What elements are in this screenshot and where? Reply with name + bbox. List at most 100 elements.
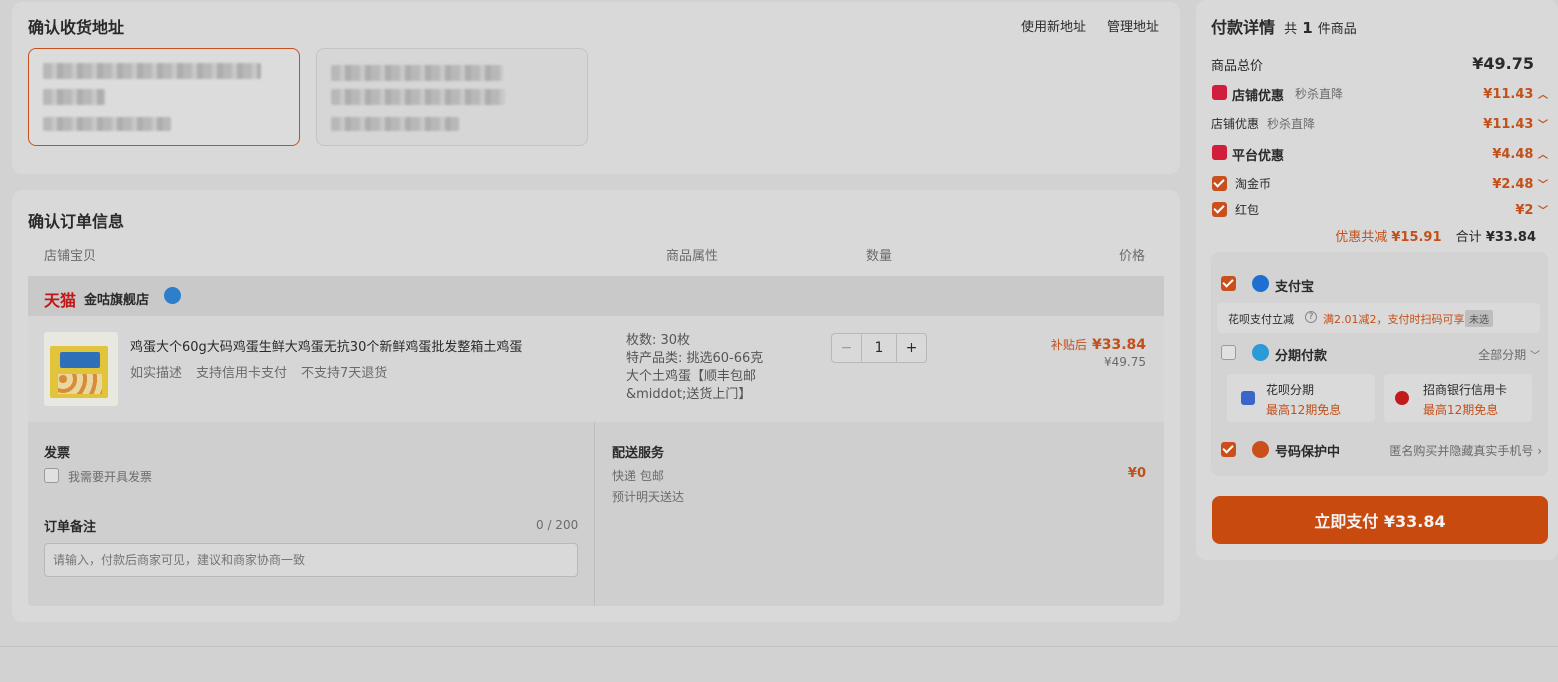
chevron-down-icon: ﹀ <box>1530 351 1540 362</box>
delivery-eta: 预计明天送达 <box>612 490 685 504</box>
chat-icon[interactable] <box>164 287 181 304</box>
address-line-blurred <box>331 117 459 131</box>
quantity-minus-button[interactable]: − <box>832 334 862 362</box>
payment-header: 付款详情 共 1 件商品 <box>1211 14 1357 38</box>
payment-title: 付款详情 <box>1211 18 1276 37</box>
alipay-checkbox[interactable] <box>1221 276 1236 291</box>
payment-panel: 付款详情 共 1 件商品 商品总价 ¥49.75 店铺优惠 秒杀直降 ¥11.4… <box>1196 0 1558 560</box>
pay-now-button[interactable]: 立即支付 ¥33.84 <box>1212 496 1548 544</box>
installment-all-dropdown[interactable]: 全部分期 ﹀ <box>1478 346 1540 363</box>
address-card-selected[interactable] <box>28 48 300 146</box>
platform-discount-value[interactable]: ¥4.48 ︿ <box>1492 146 1548 162</box>
column-price: 价格 <box>1119 249 1146 264</box>
chevron-up-icon: ︿ <box>1538 90 1548 101</box>
product-attribute: 特产品类: 挑选60-66克 <box>626 351 764 366</box>
product-tag: 如实描述 <box>130 366 183 381</box>
note-title: 订单备注 <box>44 520 97 535</box>
installment-icon <box>1252 344 1269 361</box>
shield-icon <box>1252 441 1269 458</box>
installment-label: 分期付款 <box>1275 349 1328 364</box>
column-shop-item: 店铺宝贝 <box>44 249 97 264</box>
cmb-sub: 最高12期免息 <box>1423 403 1499 417</box>
product-tags: 如实描述 支持信用卡支付 不支持7天退货 <box>130 362 387 381</box>
chevron-down-icon: ﹀ <box>1538 120 1548 131</box>
shop-discount-icon <box>1212 85 1227 100</box>
product-attributes: 枚数: 30枚 特产品类: 挑选60-66克 大个土鸡蛋【顺丰包邮 &middo… <box>626 332 763 404</box>
shop-sub-value[interactable]: ¥11.43 ﹀ <box>1483 116 1548 132</box>
address-line-blurred <box>43 117 171 131</box>
huabei-sub: 最高12期免息 <box>1266 403 1342 417</box>
platform-discount-icon <box>1212 145 1227 160</box>
product-tag: 支持信用卡支付 <box>196 366 288 381</box>
total-value: ¥49.75 <box>1472 54 1534 73</box>
product-title[interactable]: 鸡蛋大个60g大码鸡蛋生鲜大鸡蛋无抗30个新鲜鸡蛋批发整箱土鸡蛋 <box>130 336 522 355</box>
huabei-promo-text: 满2.01减2，支付时扫码可享 <box>1323 313 1465 326</box>
sum-value: ¥33.84 <box>1485 230 1536 245</box>
alipay-icon <box>1252 275 1269 292</box>
note-char-count: 0 / 200 <box>536 518 579 532</box>
invoice-title: 发票 <box>44 446 71 461</box>
column-quantity: 数量 <box>866 249 893 264</box>
product-row: 鸡蛋大个60g大码鸡蛋生鲜大鸡蛋无抗30个新鲜鸡蛋批发整箱土鸡蛋 如实描述 支持… <box>28 316 1164 422</box>
subsidy-label: 补贴后 <box>1050 338 1087 352</box>
redpacket-value[interactable]: ¥2 ﹀ <box>1515 202 1548 218</box>
help-icon: ? <box>1305 311 1317 323</box>
product-image[interactable] <box>44 332 118 406</box>
huabei-installment-card[interactable]: 花呗分期 最高12期免息 <box>1227 374 1375 422</box>
redpacket-checkbox[interactable] <box>1212 202 1227 217</box>
cmb-title: 招商银行信用卡 <box>1423 383 1508 397</box>
huabei-promo[interactable]: 花呗支付立减 ? 满2.01减2，支付时扫码可享 未选 <box>1217 303 1540 333</box>
shop-discount-value[interactable]: ¥11.43 ︿ <box>1483 86 1548 102</box>
coin-checkbox[interactable] <box>1212 176 1227 191</box>
column-attributes: 商品属性 <box>666 249 719 264</box>
footer-divider <box>0 646 1558 647</box>
item-count: 1 <box>1302 19 1313 37</box>
shop-sub-label: 店铺优惠 <box>1211 117 1260 131</box>
quantity-value[interactable]: 1 <box>862 334 896 362</box>
address-line-blurred <box>331 65 503 81</box>
cmb-installment-card[interactable]: 招商银行信用卡 最高12期免息 <box>1384 374 1532 422</box>
privacy-text[interactable]: 匿名购买并隐藏真实手机号 › <box>1389 442 1542 459</box>
installment-checkbox[interactable] <box>1221 345 1236 360</box>
shop-block: 天猫 金咕旗舰店 鸡蛋大个60g大码鸡蛋生鲜大鸡蛋无抗30个新鲜鸡蛋批发整箱土鸡… <box>28 276 1164 606</box>
subsidy-price: ¥33.84 <box>1091 337 1146 353</box>
item-count-prefix: 共 <box>1284 22 1298 37</box>
invoice-option-label[interactable]: 我需要开具发票 <box>68 468 152 485</box>
invoice-checkbox[interactable] <box>44 468 59 483</box>
delivery-title: 配送服务 <box>612 446 665 461</box>
new-address-link[interactable]: 使用新地址 <box>1021 16 1086 35</box>
product-tag: 不支持7天退货 <box>301 366 388 381</box>
address-card[interactable] <box>316 48 588 146</box>
product-attribute: &middot;送货上门】 <box>626 387 752 402</box>
coin-value[interactable]: ¥2.48 ﹀ <box>1492 176 1548 192</box>
redpacket-label: 红包 <box>1235 203 1260 217</box>
chevron-right-icon: › <box>1537 444 1542 458</box>
chevron-up-icon: ︿ <box>1538 150 1548 161</box>
address-line-blurred <box>331 89 505 105</box>
quantity-plus-button[interactable]: + <box>896 334 926 362</box>
original-price: ¥49.75 <box>1104 355 1146 369</box>
privacy-checkbox[interactable] <box>1221 442 1236 457</box>
shop-sub-note: 秒杀直降 <box>1267 117 1316 131</box>
coin-label: 淘金币 <box>1235 177 1272 191</box>
quantity-stepper: − 1 + <box>831 333 927 363</box>
chevron-down-icon: ﹀ <box>1538 206 1548 217</box>
huabei-promo-badge: 未选 <box>1465 310 1493 327</box>
huabei-promo-label: 花呗支付立减 <box>1228 313 1294 326</box>
platform-discount-label: 平台优惠 <box>1232 149 1285 164</box>
address-line-blurred <box>43 63 261 79</box>
item-count-suffix: 件商品 <box>1317 22 1357 37</box>
shop-discount-note: 秒杀直降 <box>1295 87 1344 101</box>
note-input[interactable] <box>44 543 578 577</box>
alipay-label[interactable]: 支付宝 <box>1275 276 1314 295</box>
sum-label: 合计 <box>1455 230 1482 245</box>
shop-discount-label: 店铺优惠 <box>1232 89 1285 104</box>
shop-header: 天猫 金咕旗舰店 <box>28 276 1164 316</box>
total-label: 商品总价 <box>1211 59 1264 74</box>
cmb-logo-icon <box>1395 391 1409 405</box>
product-attribute: 大个土鸡蛋【顺丰包邮 <box>626 369 757 384</box>
order-panel: 确认订单信息 店铺宝贝 商品属性 数量 价格 天猫 金咕旗舰店 鸡蛋大个60g大… <box>12 190 1180 622</box>
address-title: 确认收货地址 <box>28 18 125 37</box>
shop-name[interactable]: 金咕旗舰店 <box>84 289 149 308</box>
manage-address-link[interactable]: 管理地址 <box>1107 16 1159 35</box>
